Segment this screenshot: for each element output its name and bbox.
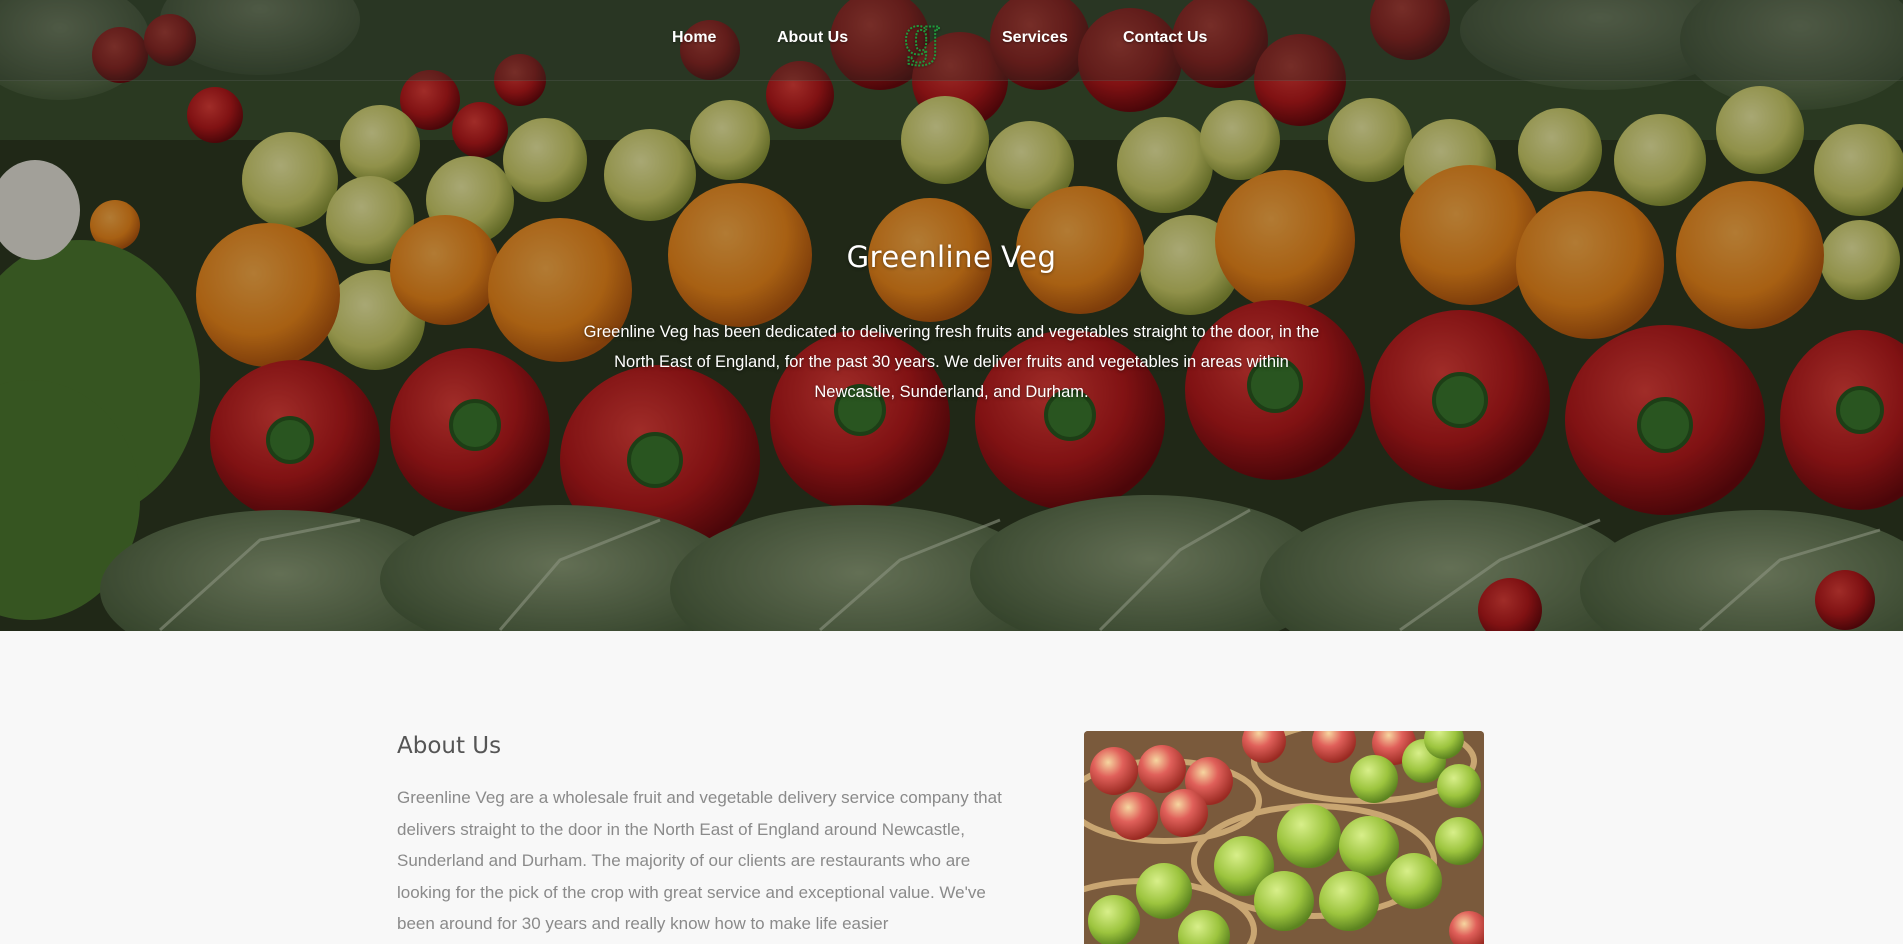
nav-about-us-link[interactable]: About Us: [777, 29, 848, 47]
nav-services-link[interactable]: Services: [1002, 29, 1068, 47]
hero-section: Home About Us g Services Contact Us Gree…: [0, 0, 1903, 631]
nav-contact-us-link[interactable]: Contact Us: [1123, 29, 1207, 47]
top-navigation: Home About Us g Services Contact Us: [0, 0, 1903, 81]
apple-baskets-image: [1084, 731, 1484, 944]
logo-icon[interactable]: g: [902, 5, 942, 68]
nav-home-link[interactable]: Home: [672, 29, 716, 47]
hero-title: Greenline Veg: [846, 240, 1057, 274]
about-title: About Us: [397, 733, 502, 759]
hero-description: Greenline Veg has been dedicated to deli…: [583, 323, 1320, 401]
about-text: Greenline Veg are a wholesale fruit and …: [397, 788, 1002, 934]
logo-letter: g: [904, 12, 940, 67]
hero-dark-overlay: [0, 0, 1903, 631]
